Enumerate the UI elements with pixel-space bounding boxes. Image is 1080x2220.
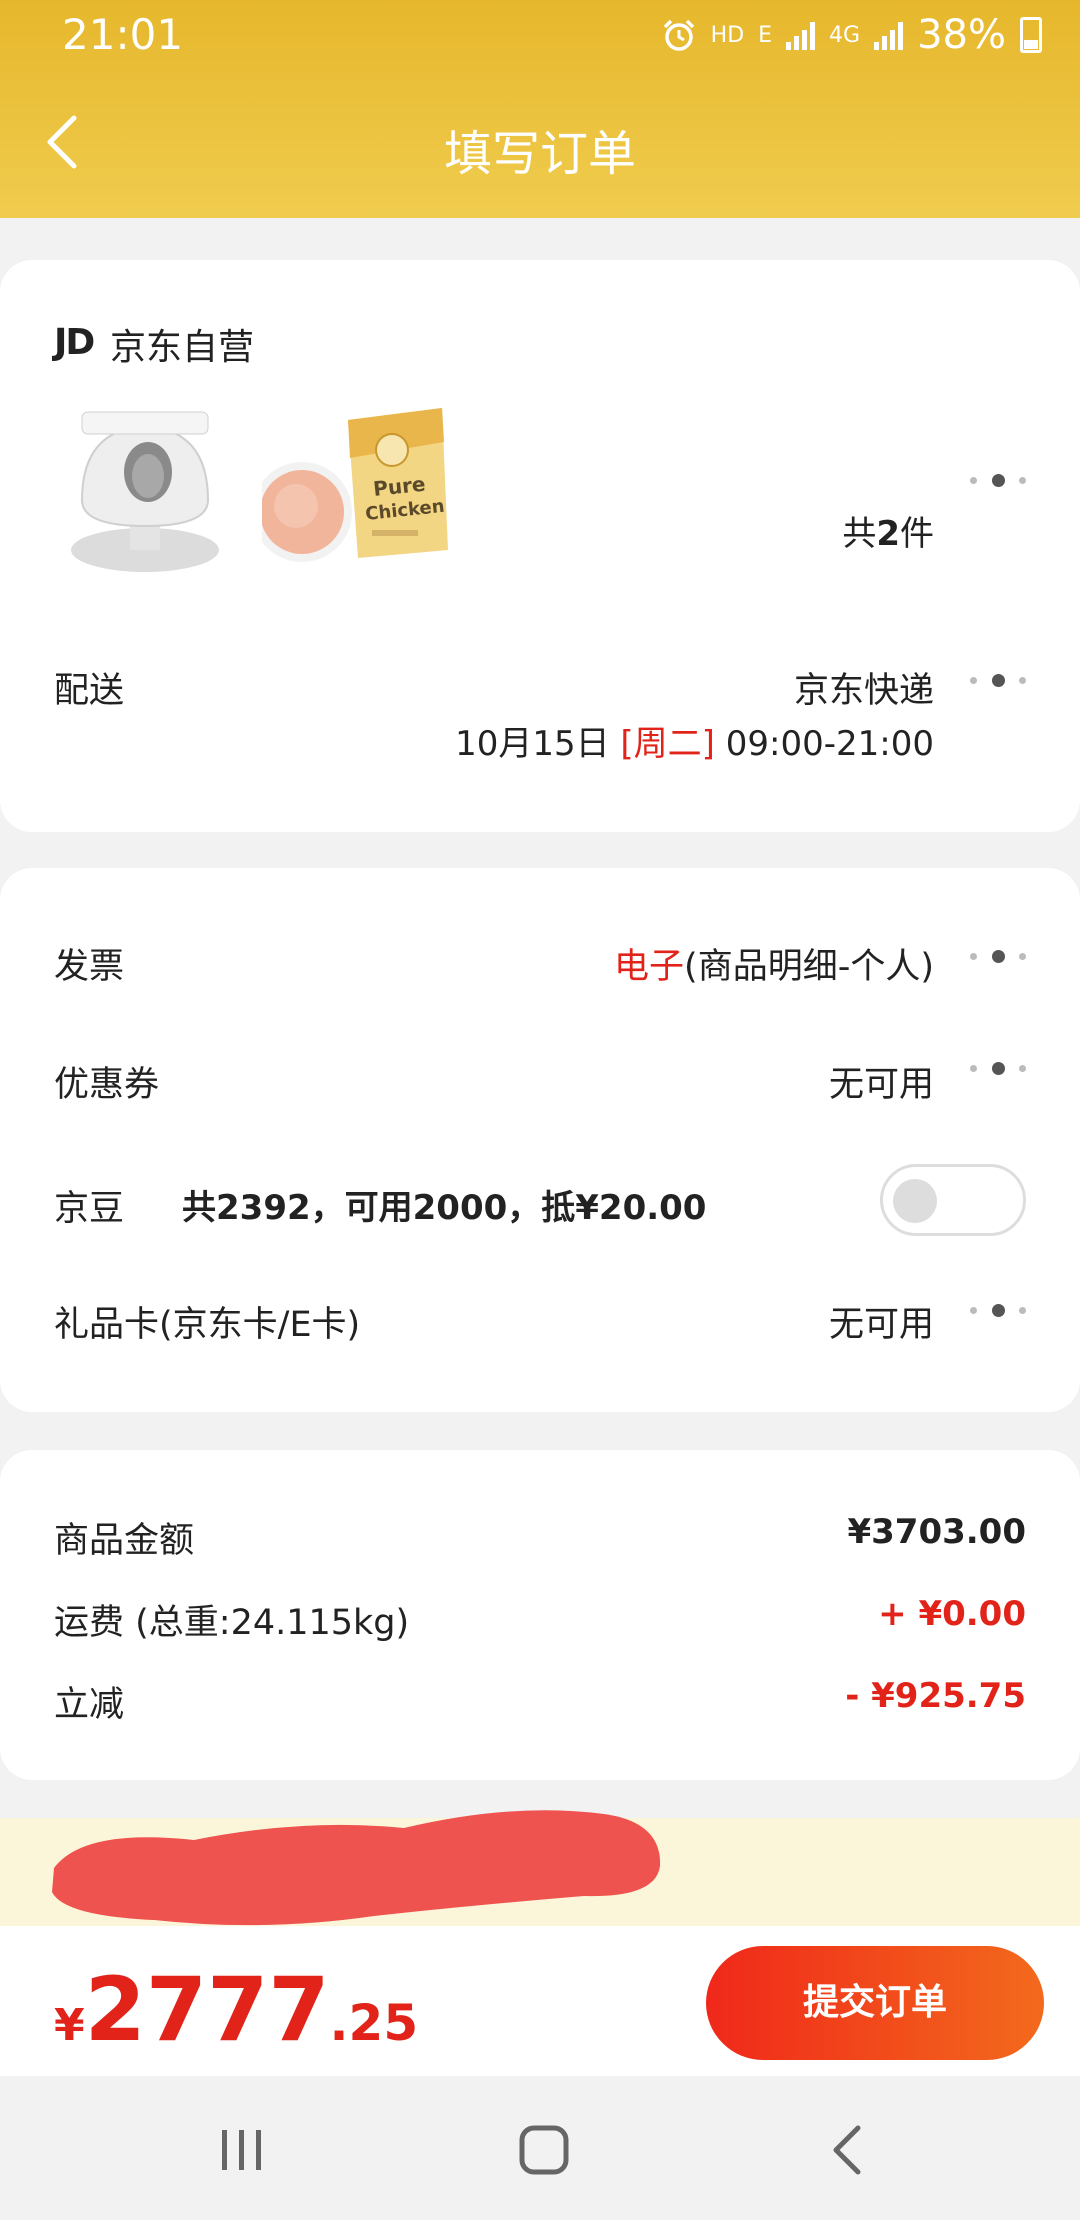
shipping-label: 运费 (总重:24.115kg) [54, 1603, 410, 1643]
redaction-scribble [52, 1810, 661, 1926]
signal-icon [874, 20, 904, 50]
alarm-icon [663, 19, 694, 51]
payment-options-card: 发票 电子(商品明细-个人) 优惠券 无可用 京豆 共2392，可用2000，抵… [0, 868, 1080, 1412]
submit-order-button[interactable]: 提交订单 [706, 1946, 1044, 2060]
back-icon[interactable] [818, 2120, 878, 2180]
toggle-knob [893, 1179, 937, 1223]
battery-icon [1020, 17, 1042, 53]
status-time: 21:01 [62, 10, 184, 59]
gift-card-value[interactable]: 无可用 [829, 1296, 934, 1347]
more-icon[interactable] [970, 673, 1026, 687]
delivery-label: 配送 [54, 671, 125, 711]
jingdou-info: 共2392，可用2000，抵¥20.00 [182, 1188, 707, 1228]
jingdou-label: 京豆 [54, 1189, 125, 1229]
coupon-value[interactable]: 无可用 [829, 1056, 934, 1107]
home-icon[interactable] [514, 2120, 574, 2180]
invoice-value[interactable]: 电子(商品明细-个人) [614, 938, 934, 989]
store-name: 京东自营 [110, 327, 255, 368]
status-bar: 21:01 HD E 4G 38% [0, 0, 1080, 72]
goods-amount-value: ¥3703.00 [847, 1512, 1026, 1552]
store-card: JD 京东自营 Pure Chicken 共2件 配送 京东快递 10月15日 … [0, 260, 1080, 832]
invoice-label: 发票 [54, 947, 125, 987]
system-nav-bar [0, 2076, 1080, 2220]
delivery-time[interactable]: 10月15日 [周二] 09:00-21:00 [455, 716, 934, 765]
item-count: 共2件 [842, 514, 934, 554]
checkout-footer: ¥2777.25 提交订单 [0, 1926, 1080, 2076]
status-icons: HD E 4G 38% [661, 12, 1042, 58]
more-icon[interactable] [970, 1303, 1026, 1317]
more-icon[interactable] [970, 1061, 1026, 1075]
more-icon[interactable] [970, 473, 1026, 487]
signal-icon [786, 20, 816, 50]
hd-indicator: HD [710, 22, 745, 48]
network-e-indicator: E [758, 22, 773, 48]
battery-percent: 38% [917, 12, 1006, 58]
more-icon[interactable] [970, 949, 1026, 963]
goods-amount-label: 商品金额 [54, 1521, 195, 1561]
delivery-carrier[interactable]: 京东快递 [794, 662, 934, 713]
discount-label: 立减 [54, 1685, 125, 1725]
total-price: ¥2777.25 [54, 1958, 419, 2061]
page-title: 填写订单 [443, 126, 636, 182]
gift-card-label: 礼品卡(京东卡/E卡) [54, 1305, 361, 1345]
price-summary-card: 商品金额 ¥3703.00 运费 (总重:24.115kg) + ¥0.00 立… [0, 1450, 1080, 1780]
cat-litter-box-product[interactable] [60, 400, 250, 580]
shipping-value: + ¥0.00 [878, 1594, 1026, 1634]
coupon-label: 优惠券 [54, 1065, 160, 1105]
network-4g-indicator: 4G [829, 22, 861, 48]
jd-logo: JD [54, 322, 95, 363]
header-bar: 21:01 HD E 4G 38% 填写订单 [0, 0, 1080, 218]
recent-apps-icon[interactable] [212, 2120, 272, 2180]
pure-chicken-cat-food-product[interactable]: Pure Chicken [262, 400, 452, 580]
discount-value: - ¥925.75 [845, 1676, 1026, 1716]
jingdou-toggle[interactable] [880, 1164, 1026, 1236]
